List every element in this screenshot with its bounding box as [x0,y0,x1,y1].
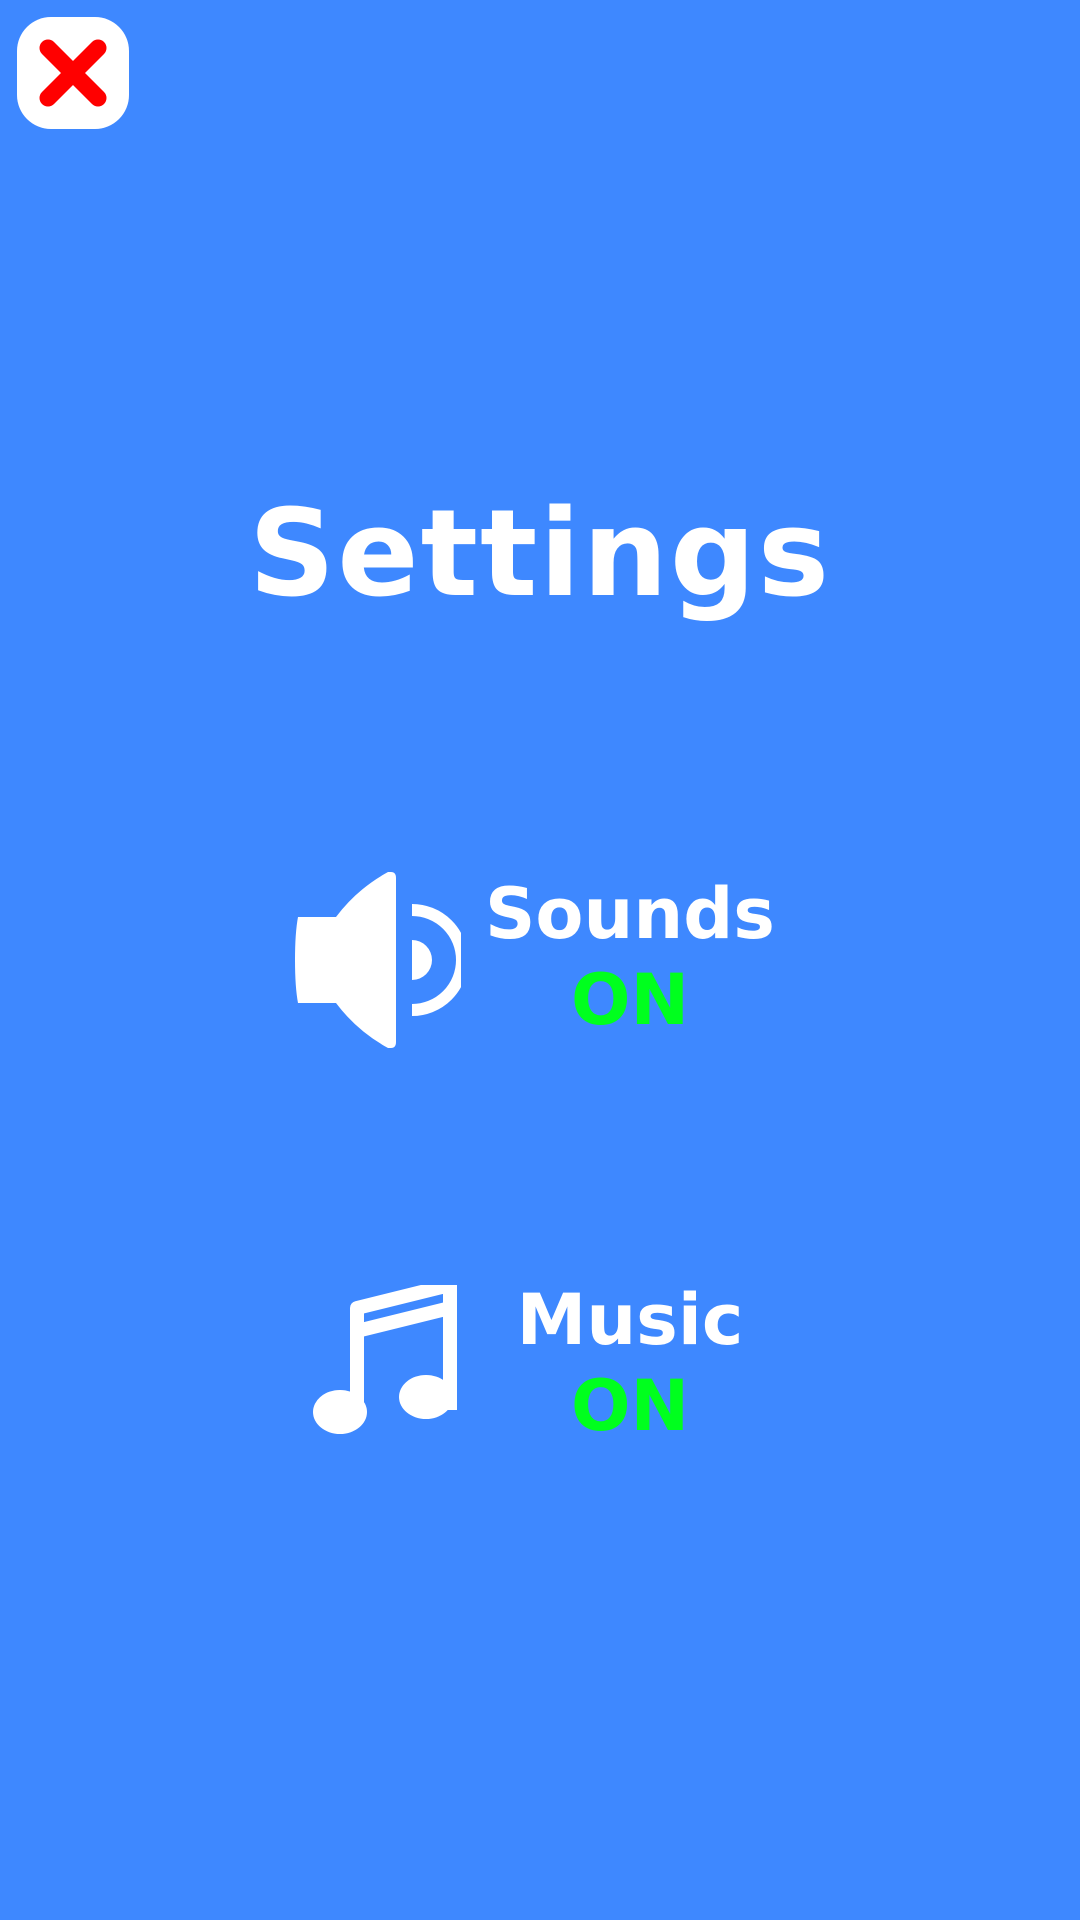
speaker-icon [295,872,461,1048]
sounds-label: Sounds [485,873,775,955]
sounds-state: ON [570,959,690,1041]
sounds-toggle[interactable]: Sounds ON [0,860,1080,1060]
music-toggle[interactable]: Music ON [0,1270,1080,1470]
close-button[interactable] [17,17,129,129]
music-state: ON [570,1365,690,1447]
page-title: Settings [248,485,832,624]
close-icon [39,39,107,107]
music-label: Music [516,1279,744,1361]
music-note-icon [313,1285,457,1434]
